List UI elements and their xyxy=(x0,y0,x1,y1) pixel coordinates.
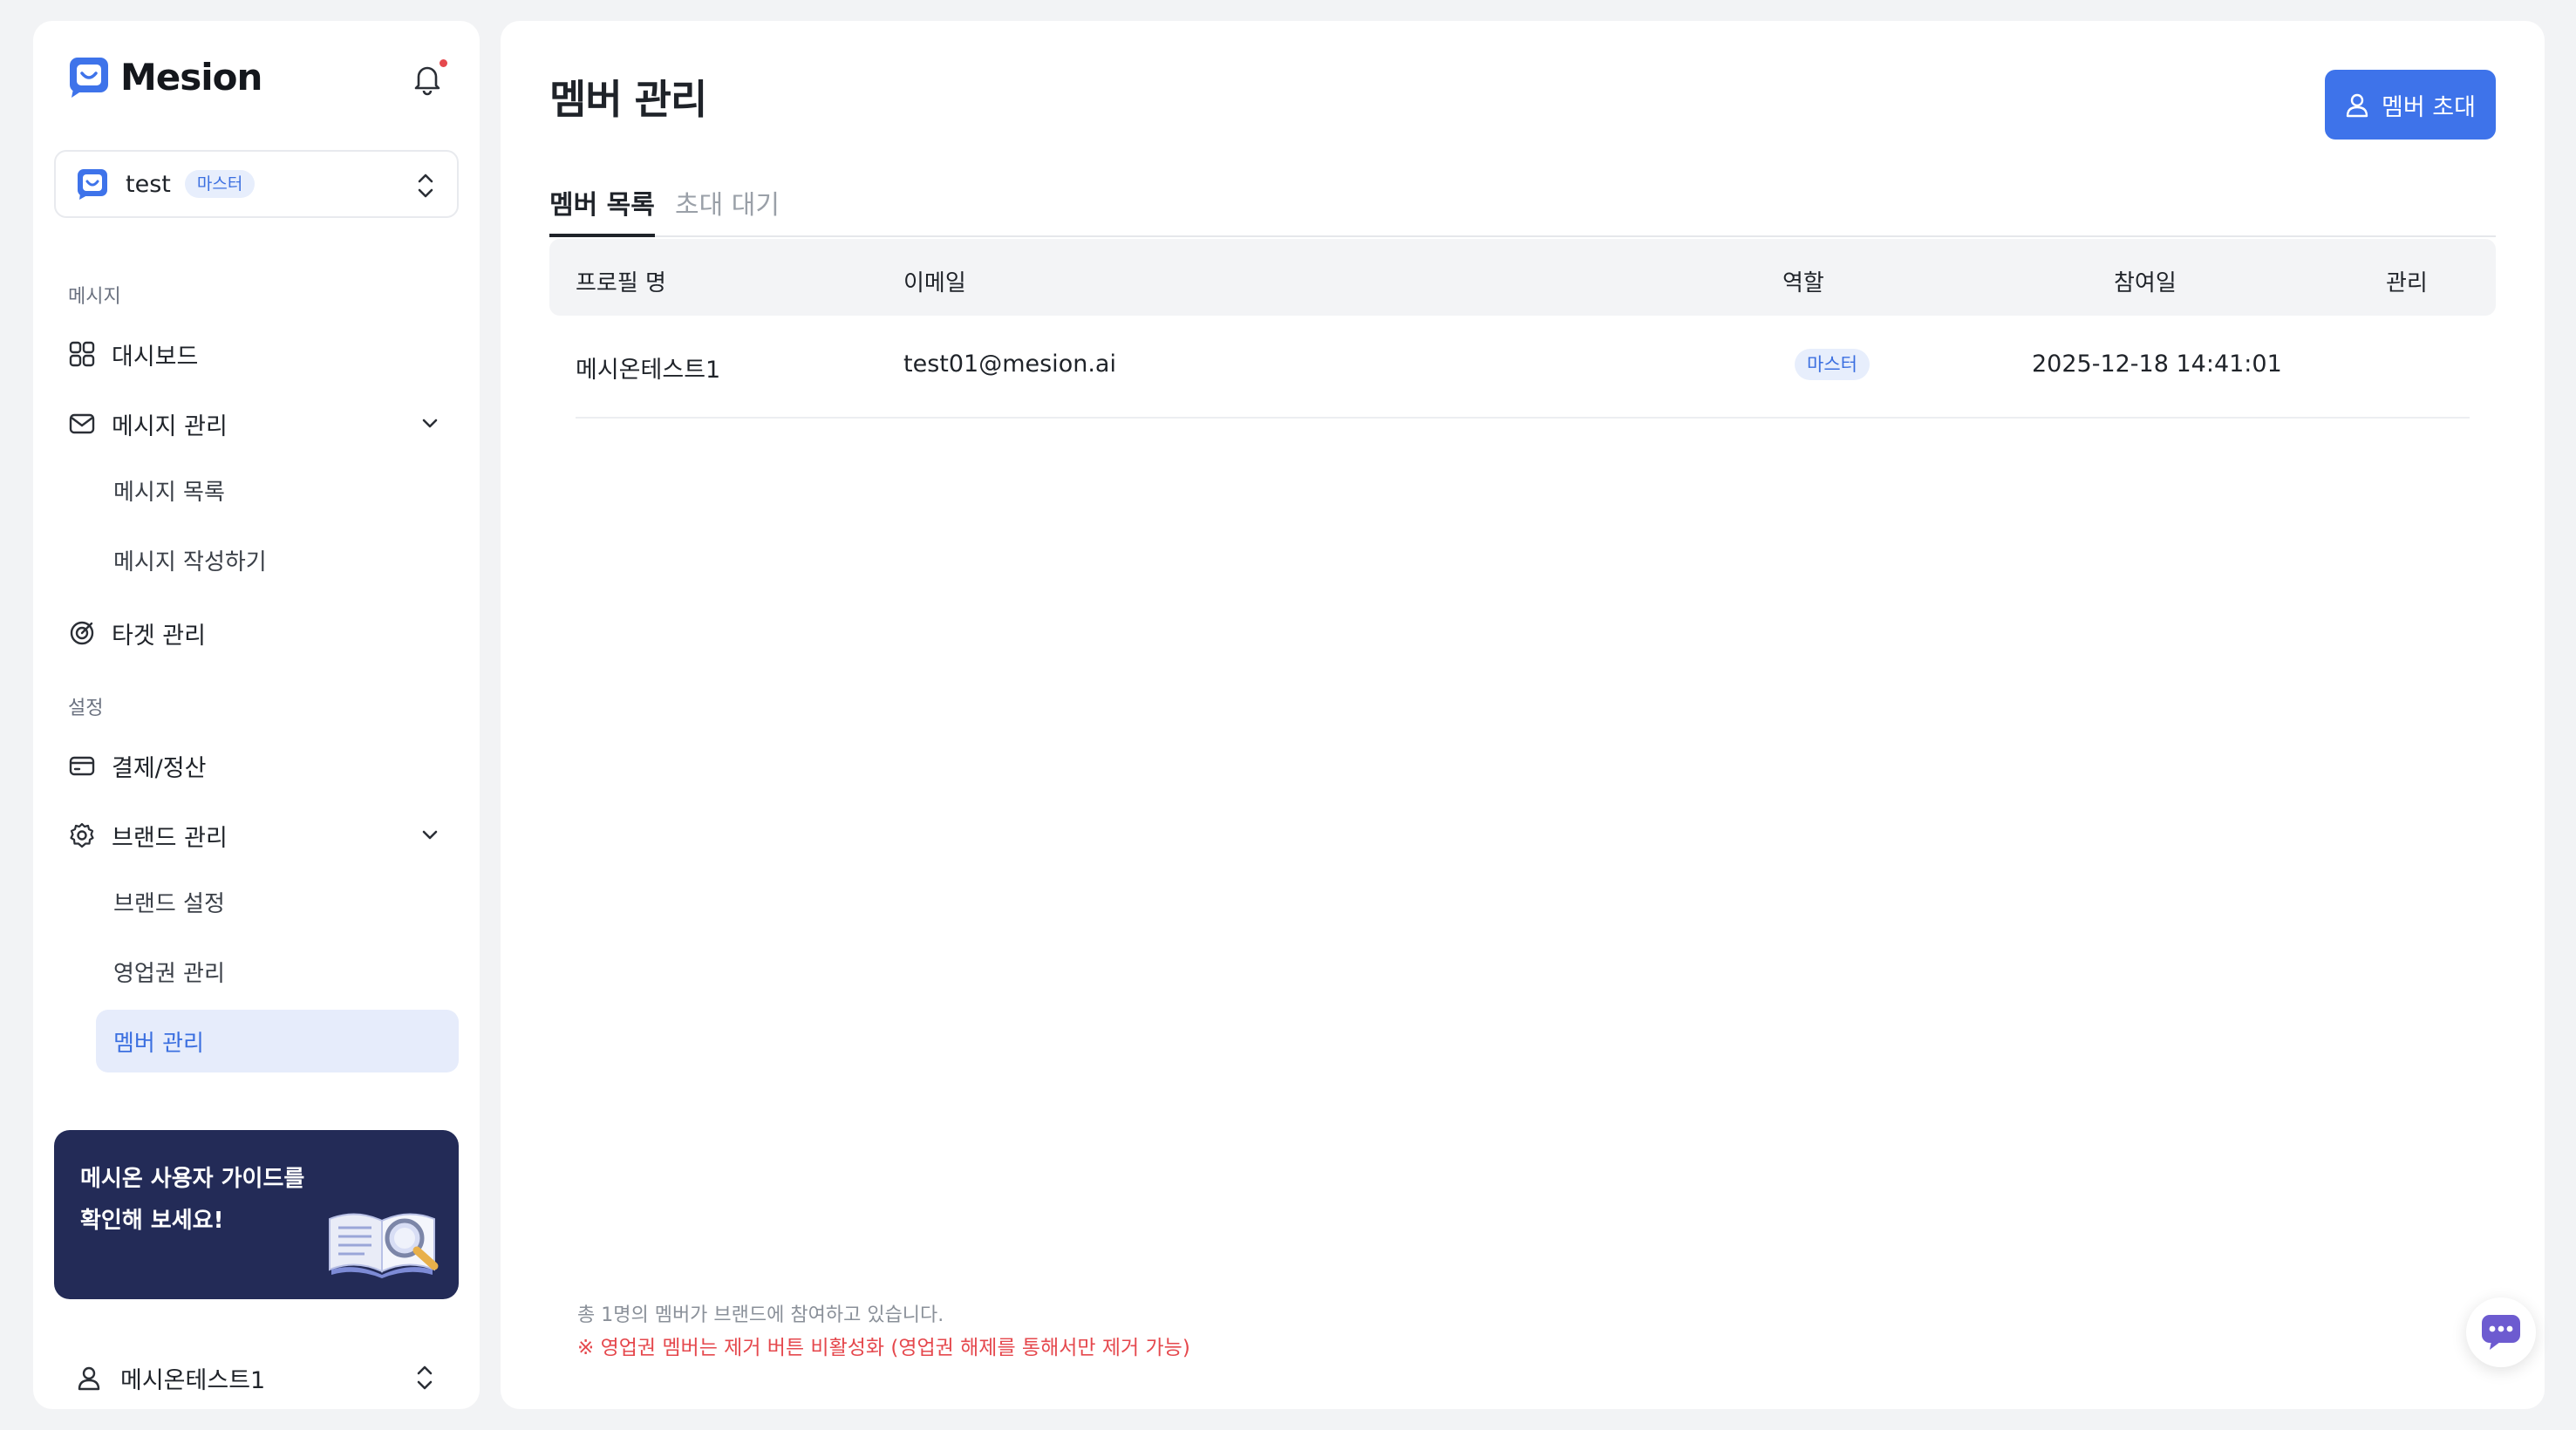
sidebar: Mesion test 마스터 메시지 대시보드 메시지 관리 메시지 목록 메… xyxy=(33,21,480,1409)
workspace-role-badge: 마스터 xyxy=(184,170,256,198)
chevron-up-down-icon xyxy=(417,1365,433,1390)
grid-icon xyxy=(69,341,95,367)
section-label-settings: 설정 xyxy=(68,698,104,719)
sidebar-item-label: 결제/정산 xyxy=(112,754,207,782)
removal-warning-note: ※ 영업권 멤버는 제거 버튼 비활성화 (영업권 해제를 통해서만 제거 가능… xyxy=(577,1337,1190,1359)
cell-role-badge: 마스터 xyxy=(1795,349,1870,380)
notification-dot xyxy=(440,59,447,67)
chevron-down-icon xyxy=(422,830,438,840)
member-table: 프로필 명 이메일 역할 참여일 관리 메시온테스트1 test01@mesio… xyxy=(549,239,2496,419)
sidebar-item-label: 브랜드 관리 xyxy=(112,824,228,852)
workspace-icon xyxy=(78,169,107,200)
user-plus-icon xyxy=(2346,93,2368,118)
table-row: 메시온테스트1 test01@mesion.ai 마스터 2025-12-18 … xyxy=(576,316,2470,419)
user-icon xyxy=(78,1366,100,1391)
column-header-role: 역할 xyxy=(1782,270,1824,296)
book-magnifier-icon xyxy=(329,1213,439,1278)
sidebar-item-message-compose[interactable]: 메시지 작성하기 xyxy=(96,528,459,591)
invite-member-button[interactable]: 멤버 초대 xyxy=(2325,70,2496,140)
sidebar-item-target-management[interactable]: 타겟 관리 xyxy=(68,614,478,652)
sidebar-item-dashboard[interactable]: 대시보드 xyxy=(68,335,478,373)
target-icon xyxy=(70,621,94,645)
sidebar-item-message-list[interactable]: 메시지 목록 xyxy=(96,459,459,521)
invite-button-label: 멤버 초대 xyxy=(2382,93,2476,121)
cell-joined: 2025-12-18 14:41:01 xyxy=(2032,351,2282,378)
column-header-email: 이메일 xyxy=(903,270,966,296)
column-header-joined: 참여일 xyxy=(2114,270,2177,296)
cell-email: test01@mesion.ai xyxy=(903,351,1116,378)
cell-profile: 메시온테스트1 xyxy=(576,357,721,384)
sidebar-item-billing[interactable]: 결제/정산 xyxy=(68,746,478,785)
guide-banner-line1: 메시온 사용자 가이드를 xyxy=(80,1166,305,1192)
app-frame: Mesion test 마스터 메시지 대시보드 메시지 관리 메시지 목록 메… xyxy=(0,0,2576,1430)
chat-support-button[interactable] xyxy=(2466,1297,2536,1367)
table-header: 프로필 명 이메일 역할 참여일 관리 xyxy=(549,239,2496,316)
card-icon xyxy=(69,756,95,776)
brand-name: Mesion xyxy=(120,55,262,99)
page-title: 멤버 관리 xyxy=(549,76,707,123)
column-header-profile: 프로필 명 xyxy=(576,270,666,296)
brand-logo[interactable]: Mesion xyxy=(66,54,262,99)
user-guide-banner[interactable]: 메시온 사용자 가이드를 확인해 보세요! xyxy=(54,1130,459,1299)
sidebar-item-message-management[interactable]: 메시지 관리 xyxy=(68,405,478,443)
sidebar-item-brand-management[interactable]: 브랜드 관리 xyxy=(68,816,478,855)
gear-icon xyxy=(70,822,94,848)
guide-banner-text: 메시온 사용자 가이드를 확인해 보세요! xyxy=(80,1158,342,1242)
member-count-note: 총 1명의 멤버가 브랜드에 참여하고 있습니다. xyxy=(577,1304,944,1326)
tab-bar: 멤버 목록 초대 대기 xyxy=(549,166,2496,237)
sidebar-item-label: 대시보드 xyxy=(112,343,199,371)
sidebar-item-label: 메시지 관리 xyxy=(112,412,228,440)
sidebar-item-sales-territory[interactable]: 영업권 관리 xyxy=(96,940,459,1003)
main-panel: 멤버 관리 멤버 초대 멤버 목록 초대 대기 프로필 명 이메일 역할 참여일… xyxy=(501,21,2545,1409)
sidebar-item-brand-settings[interactable]: 브랜드 설정 xyxy=(96,870,459,933)
section-label-message: 메시지 xyxy=(68,286,121,308)
sidebar-item-label: 타겟 관리 xyxy=(112,622,206,650)
chevron-up-down-icon xyxy=(418,174,433,198)
workspace-name: test xyxy=(126,170,171,198)
sidebar-item-member-management[interactable]: 멤버 관리 xyxy=(96,1010,459,1072)
mesion-logo-icon xyxy=(70,58,108,98)
envelope-icon xyxy=(69,413,95,434)
tab-pending-invites[interactable]: 초대 대기 xyxy=(675,183,780,237)
guide-banner-line2: 확인해 보세요! xyxy=(80,1208,224,1234)
column-header-manage: 관리 xyxy=(2386,270,2428,296)
tab-member-list[interactable]: 멤버 목록 xyxy=(549,183,655,237)
user-account-switcher[interactable]: 메시온테스트1 xyxy=(54,1352,459,1404)
chat-bubble-icon xyxy=(2482,1315,2520,1350)
workspace-switcher[interactable]: test 마스터 xyxy=(54,150,459,218)
chevron-down-icon xyxy=(422,419,438,428)
user-name: 메시온테스트1 xyxy=(120,1366,266,1394)
